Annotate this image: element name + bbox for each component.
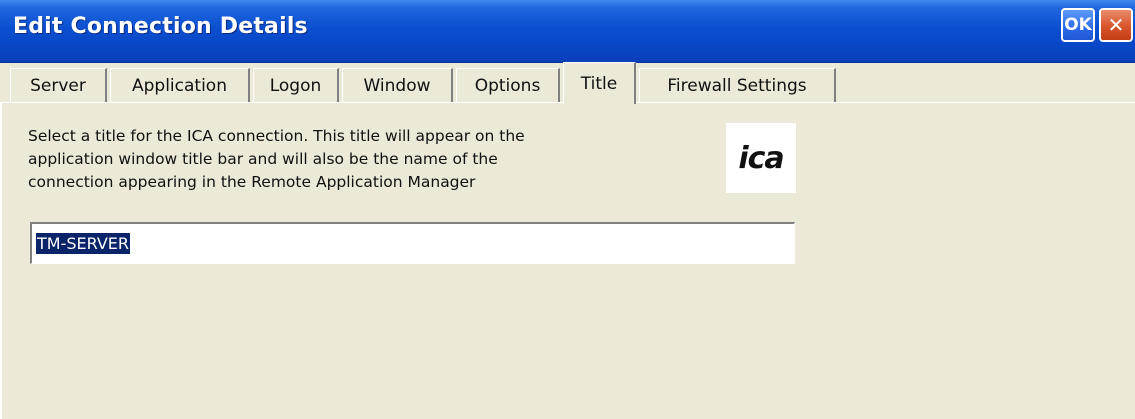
window-title: Edit Connection Details (13, 14, 308, 39)
panel-edge (0, 103, 2, 419)
tab-application[interactable]: Application (110, 68, 250, 102)
tab-firewall-settings[interactable]: Firewall Settings (639, 68, 836, 102)
tab-options[interactable]: Options (456, 68, 560, 102)
tab-logon[interactable]: Logon (253, 68, 339, 102)
ica-logo: ica (726, 123, 796, 193)
description-line: connection appearing in the Remote Appli… (28, 173, 476, 191)
description-line: Select a title for the ICA connection. T… (28, 127, 525, 145)
title-bar: Edit Connection Details OK ✕ (0, 0, 1135, 63)
connection-title-input[interactable]: TM-SERVER (30, 222, 795, 264)
close-button[interactable]: ✕ (1099, 8, 1133, 42)
tab-strip: Server Application Logon Window Options … (0, 62, 1135, 104)
description-line: application window title bar and will al… (28, 150, 498, 168)
tab-window[interactable]: Window (342, 68, 453, 102)
title-tab-panel: Select a title for the ICA connection. T… (0, 103, 1135, 419)
connection-title-value: TM-SERVER (36, 233, 131, 254)
close-icon: ✕ (1107, 13, 1125, 37)
ica-logo-text: ica (738, 140, 784, 176)
tab-server[interactable]: Server (10, 68, 107, 102)
ok-button[interactable]: OK (1061, 8, 1095, 42)
tab-title[interactable]: Title (563, 62, 636, 104)
title-description: Select a title for the ICA connection. T… (28, 125, 718, 194)
